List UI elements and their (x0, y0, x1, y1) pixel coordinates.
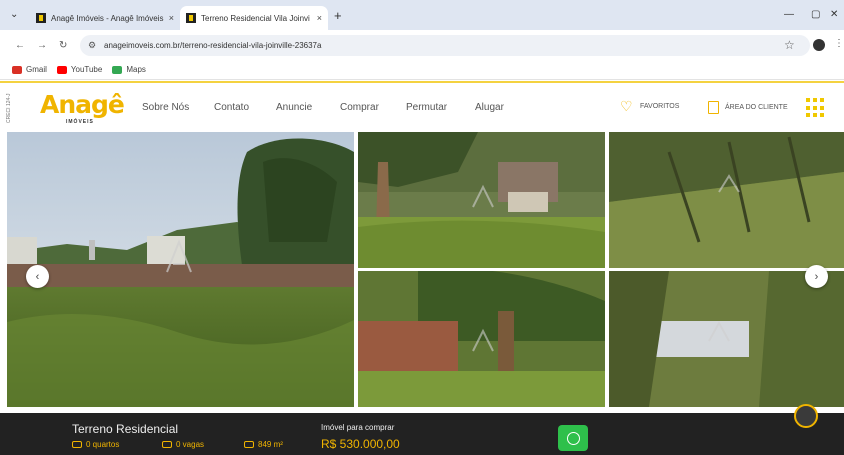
gmail-icon (12, 65, 22, 74)
feature-label: 0 quartos (86, 440, 120, 449)
anage-logo[interactable]: Anagê IMÓVEIS (40, 90, 125, 127)
anage-favicon-icon (186, 13, 196, 23)
restore-button[interactable]: ▢ (811, 9, 820, 20)
youtube-icon (56, 65, 67, 74)
bookmark-label: Maps (126, 65, 146, 74)
listing-price: R$ 530.000,00 (321, 437, 400, 451)
gallery-photo-2[interactable] (358, 132, 605, 268)
new-tab-button[interactable]: + (334, 8, 342, 23)
tab-close-icon[interactable]: × (169, 13, 174, 23)
bedrooms-feature: 0 quartos (72, 440, 119, 449)
maps-icon (112, 65, 123, 74)
site-header: CRECI 124-J Anagê IMÓVEIS Sobre Nós Cont… (0, 81, 844, 131)
bookmark-maps[interactable]: Maps (112, 65, 146, 74)
car-icon (162, 441, 172, 448)
tab-title: Terreno Residencial Vila Joinvi (201, 13, 310, 23)
tab-title: Anagê Imóveis - Anagê Imóveis (51, 13, 164, 23)
tab-list-chevron-down-icon[interactable]: ⌄ (10, 9, 18, 20)
gallery-next-button[interactable]: › (805, 265, 828, 288)
nav-anuncie[interactable]: Anuncie (276, 102, 312, 113)
heart-icon: ♡ (620, 98, 633, 114)
client-area-link[interactable]: ÁREA DO CLIENTE (708, 101, 788, 114)
nav-comprar[interactable]: Comprar (340, 102, 379, 113)
browser-tab-anage-home[interactable]: Anagê Imóveis - Anagê Imóveis × (30, 6, 180, 30)
chat-launcher-button[interactable] (794, 404, 818, 428)
favorites-link[interactable]: ♡ FAVORITOS (620, 98, 680, 114)
gallery-photo-main[interactable] (7, 132, 354, 407)
area-icon (244, 441, 254, 448)
feature-label: 849 m² (258, 440, 283, 449)
logo-subtext: IMÓVEIS (66, 119, 94, 125)
bookmarks-bar: Gmail YouTube Maps (0, 60, 844, 80)
property-name: Terreno Residencial (72, 422, 179, 436)
gallery-photo-5[interactable] (609, 271, 844, 407)
bookmark-label: Gmail (26, 65, 47, 74)
logo-text: Anagê (40, 90, 125, 119)
nav-permutar[interactable]: Permutar (406, 102, 447, 113)
browser-tab-terreno[interactable]: Terreno Residencial Vila Joinvi × (180, 6, 328, 30)
tab-close-icon[interactable]: × (317, 13, 322, 23)
gallery-photo-4[interactable] (358, 271, 605, 407)
reload-button[interactable]: ↻ (59, 40, 67, 51)
close-window-button[interactable]: ✕ (830, 9, 838, 20)
minimize-button[interactable]: — (784, 9, 794, 20)
forward-button[interactable]: → (37, 40, 47, 51)
favorites-label: FAVORITOS (640, 103, 680, 110)
bookmark-gmail[interactable]: Gmail (12, 65, 47, 74)
apps-grid-icon[interactable] (806, 98, 826, 118)
photo-gallery: ‹ › (7, 132, 844, 407)
browser-menu-icon[interactable]: ⋮ (834, 38, 844, 49)
anage-favicon-icon (36, 13, 46, 23)
bed-icon (72, 441, 82, 448)
nav-contato[interactable]: Contato (214, 102, 249, 113)
nav-sobre-nos[interactable]: Sobre Nós (142, 102, 189, 113)
gallery-prev-button[interactable]: ‹ (26, 265, 49, 288)
address-bar[interactable]: ⚙ anageimoveis.com.br/terreno-residencia… (80, 35, 810, 56)
browser-tab-strip: ⌄ Anagê Imóveis - Anagê Imóveis × Terren… (0, 0, 844, 30)
listing-mode: Imóvel para comprar (321, 423, 395, 432)
parking-feature: 0 vagas (162, 440, 204, 449)
url-text: anageimoveis.com.br/terreno-residencial-… (104, 41, 322, 50)
bookmark-label: YouTube (70, 65, 103, 74)
nav-alugar[interactable]: Alugar (475, 102, 504, 113)
profile-avatar[interactable] (813, 39, 825, 51)
browser-toolbar: ← → ↻ ⚙ anageimoveis.com.br/terreno-resi… (0, 30, 844, 60)
client-area-label: ÁREA DO CLIENTE (725, 104, 788, 111)
bookmark-star-icon[interactable]: ☆ (784, 38, 795, 52)
gallery-photo-3[interactable] (609, 132, 844, 268)
whatsapp-button[interactable] (558, 425, 588, 451)
whatsapp-icon (566, 431, 580, 445)
document-icon (708, 101, 719, 114)
creci-tag: CRECI 124-J (6, 93, 12, 123)
back-button[interactable]: ← (15, 40, 25, 51)
area-feature: 849 m² (244, 440, 283, 449)
bookmark-youtube[interactable]: YouTube (56, 65, 103, 74)
feature-label: 0 vagas (176, 440, 205, 449)
property-summary-bar: Terreno Residencial 0 quartos 0 vagas 84… (0, 413, 844, 455)
site-info-icon[interactable]: ⚙ (88, 40, 96, 51)
